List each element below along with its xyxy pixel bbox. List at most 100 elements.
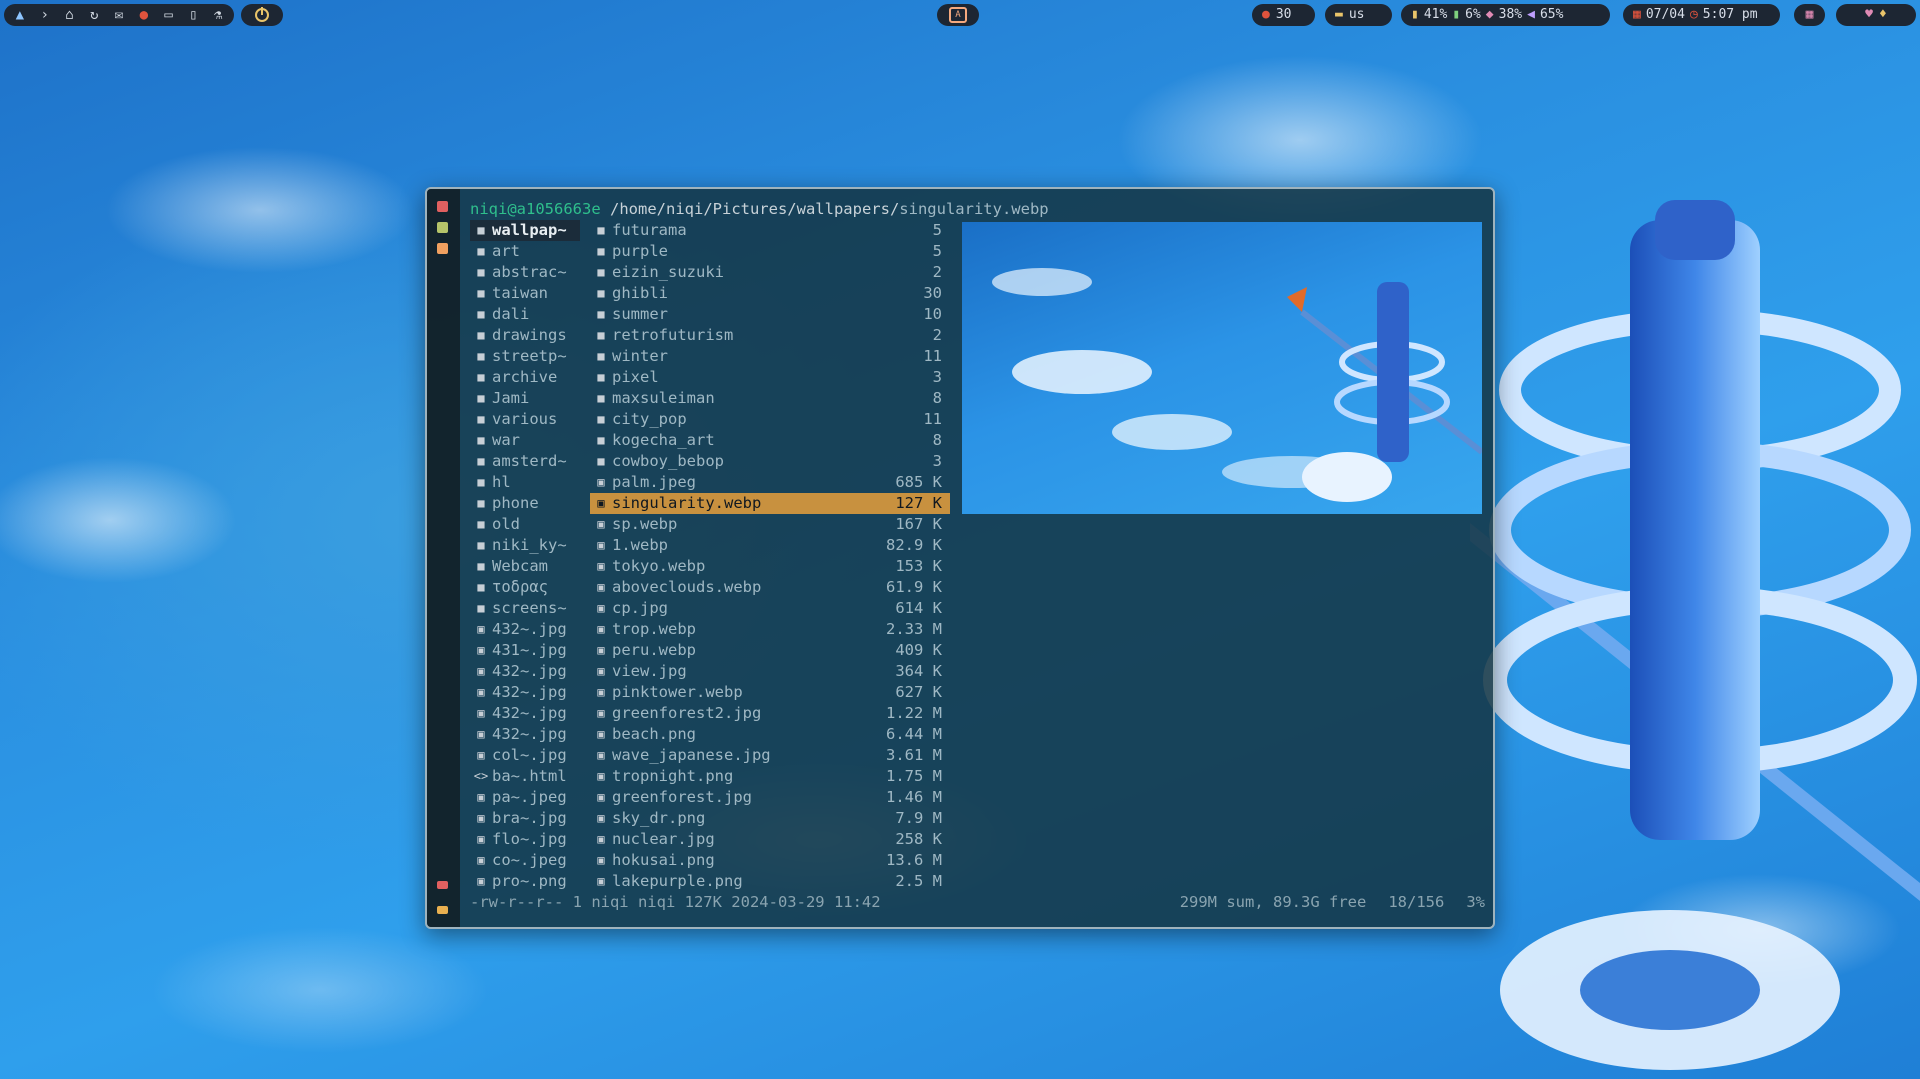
file-entry[interactable]: ▣ trop.webp 2.33 M [590,619,950,640]
directory-entry[interactable]: ■ hl [470,472,580,493]
maximize-dot[interactable] [437,243,448,254]
file-entry[interactable]: ▣ sp.webp 167 K [590,514,950,535]
ranger-terminal-window[interactable]: niqi@a1056663e /home/niqi/Pictures/wallp… [425,187,1495,929]
file-entry[interactable]: ▣ wave_japanese.jpg 3.61 M [590,745,950,766]
directory-entry[interactable]: ■ old [470,514,580,535]
arch-icon[interactable]: ▲ [10,4,30,26]
refresh-icon[interactable]: ↻ [84,4,104,26]
file-entry[interactable]: ▣ bra~.jpg [470,808,580,829]
file-entry[interactable]: ▣ beach.png 6.44 M [590,724,950,745]
directory-entry[interactable]: ■ abstrac~ [470,262,580,283]
directory-entry[interactable]: ■ τοδρας [470,577,580,598]
directory-entry[interactable]: ■ retrofuturism 2 [590,325,950,346]
directory-entry[interactable]: ■ purple 5 [590,241,950,262]
file-entry[interactable]: ▣ nuclear.jpg 258 K [590,829,950,850]
entry-size: 2 [932,263,942,281]
directory-entry[interactable]: ■ war [470,430,580,451]
directory-entry[interactable]: ■ niki_ky~ [470,535,580,556]
file-entry[interactable]: <> ba~.html [470,766,580,787]
directory-entry[interactable]: ■ Jami [470,388,580,409]
file-entry[interactable]: ▣ sky_dr.png 7.9 M [590,808,950,829]
directory-entry[interactable]: ■ drawings [470,325,580,346]
directory-entry[interactable]: ■ futurama 5 [590,220,950,241]
entry-name: peru.webp [612,641,696,659]
entry-name: pro~.png [492,872,567,890]
directory-entry[interactable]: ■ Webcam [470,556,580,577]
file-entry[interactable]: ▣ 432~.jpg [470,619,580,640]
workspace-indicator[interactable]: A [937,4,979,26]
directory-entry[interactable]: ■ ghibli 30 [590,283,950,304]
directory-entry[interactable]: ■ taiwan [470,283,580,304]
directory-entry[interactable]: ■ summer 10 [590,304,950,325]
entry-size: 364 K [895,662,942,680]
file-entry[interactable]: ▣ tokyo.webp 153 K [590,556,950,577]
file-entry[interactable]: ▣ aboveclouds.webp 61.9 K [590,577,950,598]
clock-pill[interactable]: ▦ 07/04 ◷ 5:07 pm [1623,4,1780,26]
tray-pill[interactable]: ♥ ♦ [1836,4,1916,26]
directory-entry[interactable]: ■ various [470,409,580,430]
file-entry[interactable]: ▣ singularity.webp 127 K [590,493,950,514]
launcher-pill: ▲ › ⌂ ↻ ✉ ● ▭ ▯ ⚗ [4,4,234,26]
folder-icon: ■ [597,223,605,237]
directory-entry[interactable]: ■ maxsuleiman 8 [590,388,950,409]
file-entry[interactable]: ▣ pro~.png [470,871,580,892]
file-entry[interactable]: ▣ greenforest.jpg 1.46 M [590,787,950,808]
book-icon[interactable]: ▯ [183,4,203,26]
entry-name: view.jpg [612,662,687,680]
chevron-right-icon[interactable]: › [35,4,55,26]
mail-icon[interactable]: ✉ [109,4,129,26]
directory-entry[interactable]: ■ cowboy_bebop 3 [590,451,950,472]
file-entry[interactable]: ▣ hokusai.png 13.6 M [590,850,950,871]
file-entry[interactable]: ▣ cp.jpg 614 K [590,598,950,619]
directory-entry[interactable]: ■ screens~ [470,598,580,619]
folder-icon[interactable]: ▭ [159,4,179,26]
file-entry[interactable]: ▣ greenforest2.jpg 1.22 M [590,703,950,724]
image-file-icon: ▣ [477,727,485,741]
file-entry[interactable]: ▣ 432~.jpg [470,661,580,682]
directory-entry[interactable]: ■ dali [470,304,580,325]
file-entry[interactable]: ▣ 432~.jpg [470,682,580,703]
directory-entry[interactable]: ■ wallpap~ [470,220,580,241]
directory-entry[interactable]: ■ amsterd~ [470,451,580,472]
directory-entry[interactable]: ■ eizin_suzuki 2 [590,262,950,283]
layout-button[interactable]: ▦ [1794,4,1825,26]
directory-entry[interactable]: ■ streetp~ [470,346,580,367]
file-entry[interactable]: ▣ peru.webp 409 K [590,640,950,661]
directory-entry[interactable]: ■ city_pop 11 [590,409,950,430]
entry-name: war [492,431,520,449]
file-entry[interactable]: ▣ palm.jpeg 685 K [590,472,950,493]
directory-entry[interactable]: ■ winter 11 [590,346,950,367]
entry-name: beach.png [612,725,696,743]
tray-app-icon: ♦ [1879,7,1887,22]
power-button[interactable] [241,4,283,26]
file-entry[interactable]: ▣ co~.jpeg [470,850,580,871]
file-entry[interactable]: ▣ col~.jpg [470,745,580,766]
directory-entry[interactable]: ■ archive [470,367,580,388]
folder-icon: ■ [477,349,485,363]
flask-icon[interactable]: ⚗ [208,4,228,26]
file-entry[interactable]: ▣ 432~.jpg [470,703,580,724]
file-entry[interactable]: ▣ tropnight.png 1.75 M [590,766,950,787]
directory-entry[interactable]: ■ phone [470,493,580,514]
entry-size: 258 K [895,830,942,848]
minimize-dot[interactable] [437,222,448,233]
file-entry[interactable]: ▣ pinktower.webp 627 K [590,682,950,703]
file-entry[interactable]: ▣ view.jpg 364 K [590,661,950,682]
directory-entry[interactable]: ■ kogecha_art 8 [590,430,950,451]
image-file-icon: ▣ [477,622,485,636]
home-icon[interactable]: ⌂ [60,4,80,26]
file-entry[interactable]: ▣ lakepurple.png 2.5 M [590,871,950,892]
directory-entry[interactable]: ■ art [470,241,580,262]
file-entry[interactable]: ▣ 1.webp 82.9 K [590,535,950,556]
file-entry[interactable]: ▣ flo~.jpg [470,829,580,850]
image-file-icon: ▣ [597,475,605,489]
chat-icon[interactable]: ● [134,4,154,26]
notifications-pill[interactable]: ● 30 [1252,4,1315,26]
file-entry[interactable]: ▣ pa~.jpeg [470,787,580,808]
directory-entry[interactable]: ■ pixel 3 [590,367,950,388]
entry-name: pa~.jpeg [492,788,567,806]
file-entry[interactable]: ▣ 431~.jpg [470,640,580,661]
close-dot[interactable] [437,201,448,212]
keyboard-layout-pill[interactable]: ▬ us [1325,4,1392,26]
file-entry[interactable]: ▣ 432~.jpg [470,724,580,745]
